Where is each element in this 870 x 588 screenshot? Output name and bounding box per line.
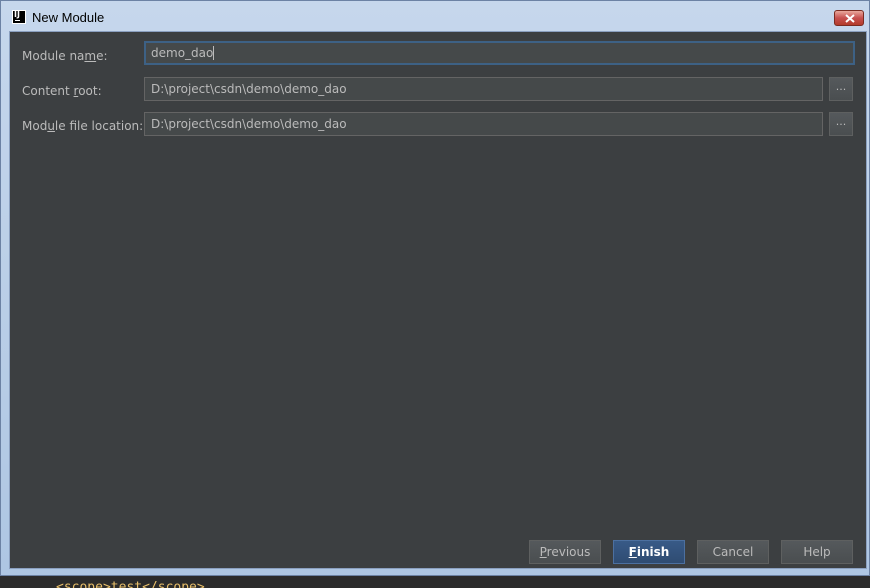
- module-file-location-label: Module file location:: [22, 119, 144, 133]
- close-button[interactable]: [834, 10, 864, 26]
- module-name-value: demo_dao: [151, 46, 214, 60]
- module-name-input[interactable]: demo_dao: [144, 41, 855, 65]
- module-name-label: Module name:: [22, 49, 108, 63]
- background-code-line: <scope>test</scope>: [56, 580, 205, 588]
- module-file-location-browse-button[interactable]: ...: [829, 112, 853, 136]
- background-editor: <scope>test</scope>: [0, 576, 870, 588]
- text-caret: [213, 46, 215, 60]
- content-root-browse-button[interactable]: ...: [829, 77, 853, 101]
- cancel-button[interactable]: Cancel: [697, 540, 769, 564]
- content-root-input[interactable]: D:\project\csdn\demo\demo_dao: [144, 77, 823, 101]
- module-file-location-input[interactable]: D:\project\csdn\demo\demo_dao: [144, 112, 823, 136]
- dialog-title: New Module: [32, 10, 105, 25]
- new-module-dialog: New Module Module name: demo_dao Content…: [0, 0, 870, 576]
- close-icon: [845, 14, 855, 23]
- intellij-idea-icon: [12, 10, 26, 24]
- content-root-label: Content root:: [22, 84, 102, 98]
- dialog-content: Module name: demo_dao Content root: D:\p…: [9, 31, 867, 569]
- help-button[interactable]: Help: [781, 540, 853, 564]
- title-bar[interactable]: New Module: [1, 1, 869, 31]
- finish-button[interactable]: Finish: [613, 540, 685, 564]
- previous-button[interactable]: Previous: [529, 540, 601, 564]
